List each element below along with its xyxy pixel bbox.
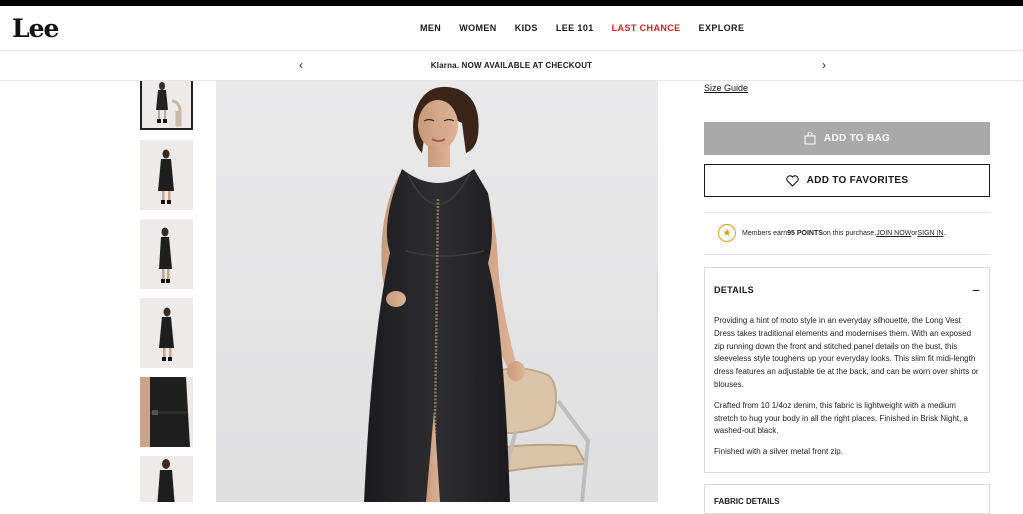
lee-logo[interactable]: Lee xyxy=(12,14,59,43)
points-value: 95 POINTS xyxy=(787,229,823,237)
add-to-favorites-button[interactable]: ADD TO FAVORITES xyxy=(704,164,990,197)
nav-last-chance[interactable]: LAST CHANCE xyxy=(612,23,681,33)
details-paragraph: Finished with a silver metal front zip. xyxy=(714,447,843,457)
nav-women[interactable]: WOMEN xyxy=(459,23,497,33)
thumbnail-4[interactable] xyxy=(140,298,193,368)
shopping-bag-icon xyxy=(804,132,816,145)
promo-text: NOW AVAILABLE AT CHECKOUT xyxy=(459,61,593,70)
details-body: Providing a hint of moto style in an eve… xyxy=(714,315,982,467)
thumbnail-6[interactable] xyxy=(140,456,193,502)
members-middle: on this purchase. xyxy=(822,229,877,237)
thumbnail-1[interactable] xyxy=(140,81,193,130)
main-product-image[interactable] xyxy=(216,81,658,502)
promo-message: Klarna. NOW AVAILABLE AT CHECKOUT xyxy=(0,61,1023,70)
thumbnail-gallery xyxy=(140,81,193,502)
section-divider xyxy=(704,254,990,255)
members-prefix: Members earn xyxy=(742,229,788,237)
site-header: Lee MEN WOMEN KIDS LEE 101 LAST CHANCE E… xyxy=(0,6,1023,51)
details-paragraph: Providing a hint of moto style in an eve… xyxy=(714,316,979,389)
nav-explore[interactable]: EXPLORE xyxy=(699,23,745,33)
promo-next-arrow-icon[interactable]: › xyxy=(822,58,826,72)
add-to-bag-button[interactable]: ADD TO BAG xyxy=(704,122,990,155)
collapse-minus-icon[interactable]: − xyxy=(972,282,980,298)
nav-kids[interactable]: KIDS xyxy=(515,23,538,33)
fabric-details-accordion[interactable]: FABRIC DETAILS xyxy=(704,484,990,514)
join-now-link[interactable]: JOIN NOW xyxy=(876,230,911,237)
details-paragraph: Crafted from 10 1/4oz denim, this fabric… xyxy=(714,400,968,436)
details-accordion: DETAILS − Providing a hint of moto style… xyxy=(704,267,990,473)
loyalty-points-banner: ★ Members earn 95 POINTS on this purchas… xyxy=(718,224,946,242)
heart-icon xyxy=(785,174,799,187)
thumbnail-2[interactable] xyxy=(140,140,193,210)
thumbnail-5[interactable] xyxy=(140,377,193,447)
add-to-bag-label: ADD TO BAG xyxy=(823,133,891,144)
members-suffix: . xyxy=(943,229,946,237)
size-guide-link[interactable]: Size Guide xyxy=(704,83,748,93)
section-divider xyxy=(704,212,990,213)
thumbnail-3[interactable] xyxy=(140,219,193,289)
main-nav: MEN WOMEN KIDS LEE 101 LAST CHANCE EXPLO… xyxy=(420,23,762,33)
nav-lee-101[interactable]: LEE 101 xyxy=(556,23,594,33)
promo-banner: ‹ Klarna. NOW AVAILABLE AT CHECKOUT › xyxy=(0,51,1023,81)
star-icon: ★ xyxy=(718,224,736,242)
details-heading[interactable]: DETAILS xyxy=(714,285,754,295)
klarna-brand: Klarna. xyxy=(430,61,460,70)
nav-men[interactable]: MEN xyxy=(420,23,441,33)
sign-in-link[interactable]: SIGN IN xyxy=(917,230,943,237)
add-to-favorites-label: ADD TO FAVORITES xyxy=(806,175,909,186)
